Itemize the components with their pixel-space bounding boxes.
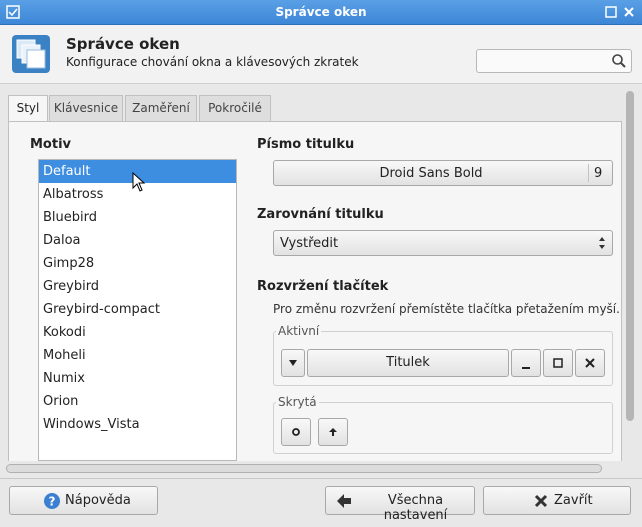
tab-style-label: Styl — [16, 101, 40, 115]
button-bar: ? Nápověda Všechna nastavení Zavřít — [0, 478, 642, 527]
help-button[interactable]: ? Nápověda — [9, 486, 158, 515]
close-dialog-icon — [533, 493, 549, 513]
title-alignment-label: Zarovnání titulku — [257, 207, 384, 222]
hidden-group-label: Skrytá — [276, 395, 319, 409]
theme-item[interactable]: Gimp28 — [39, 252, 236, 275]
maximize-icon — [553, 358, 563, 368]
arrow-up-icon — [329, 428, 337, 436]
page-title: Správce oken — [66, 35, 180, 53]
close-dialog-label: Zavřít — [554, 493, 593, 508]
title-alignment-value: Vystředit — [280, 236, 339, 251]
window-manager-icon — [11, 34, 51, 74]
menu-arrow-button[interactable] — [281, 349, 305, 377]
button-layout-hint: Pro změnu rozvržení přemístěte tlačítka … — [273, 302, 620, 316]
vertical-scrollbar-thumb[interactable] — [626, 91, 634, 421]
title-placeholder-button[interactable]: Titulek — [307, 349, 509, 377]
window-title: Správce oken — [275, 5, 367, 19]
tab-focus-label: Zaměření — [132, 101, 190, 115]
theme-list[interactable]: Default Albatross Bluebird Daloa Gimp28 … — [38, 159, 237, 461]
window-titlebar: Správce oken — [0, 0, 642, 25]
theme-item[interactable]: Greybird-compact — [39, 298, 236, 321]
svg-text:?: ? — [49, 495, 56, 509]
tab-focus[interactable]: Zaměření — [125, 95, 197, 121]
maximize-button[interactable] — [543, 349, 573, 377]
theme-item[interactable]: Kokodi — [39, 321, 236, 344]
maximize-icon[interactable] — [604, 5, 618, 19]
tab-advanced-label: Pokročilé — [208, 101, 262, 115]
theme-item[interactable]: Daloa — [39, 229, 236, 252]
theme-item[interactable]: Greybird — [39, 275, 236, 298]
help-icon: ? — [43, 492, 61, 514]
tab-advanced[interactable]: Pokročilé — [199, 95, 271, 121]
theme-item[interactable]: Moheli — [39, 344, 236, 367]
triangle-down-icon — [289, 360, 297, 366]
tab-keyboard-label: Klávesnice — [53, 101, 119, 115]
close-icon — [585, 358, 595, 368]
close-dialog-button[interactable]: Zavřít — [483, 486, 631, 515]
dialog-header: Správce oken Konfigurace chování okna a … — [0, 25, 642, 84]
theme-item[interactable]: Bluebird — [39, 206, 236, 229]
theme-label: Motiv — [30, 137, 72, 152]
font-name: Droid Sans Bold — [379, 166, 483, 181]
all-settings-button[interactable]: Všechna nastavení — [325, 486, 475, 523]
theme-item[interactable]: Windows_Vista — [39, 413, 236, 436]
minimize-button[interactable] — [511, 349, 541, 377]
tab-keyboard[interactable]: Klávesnice — [49, 95, 123, 121]
horizontal-scrollbar[interactable] — [6, 464, 602, 473]
close-button[interactable] — [575, 349, 605, 377]
stick-button[interactable] — [281, 418, 311, 446]
arrow-left-icon — [336, 493, 352, 513]
tab-style[interactable]: Styl — [8, 95, 48, 123]
close-window-icon[interactable] — [622, 5, 636, 19]
title-alignment-select[interactable]: Vystředit — [273, 230, 613, 256]
theme-item[interactable]: Numix — [39, 367, 236, 390]
minimize-icon — [522, 367, 530, 369]
title-placeholder-label: Titulek — [386, 355, 430, 370]
font-size-divider — [588, 164, 589, 182]
help-label: Nápověda — [65, 493, 131, 508]
title-font-button[interactable]: Droid Sans Bold 9 — [273, 160, 613, 186]
title-font-label: Písmo titulku — [257, 137, 355, 152]
active-group-label: Aktivní — [276, 324, 322, 338]
mouse-cursor-icon — [132, 171, 146, 192]
updown-arrow-icon — [598, 236, 606, 254]
stick-icon — [292, 428, 300, 436]
font-size: 9 — [594, 166, 603, 181]
button-layout-label: Rozvržení tlačítek — [257, 279, 389, 294]
all-settings-label: Všechna nastavení — [383, 493, 448, 523]
page-subtitle: Konfigurace chování okna a klávesových z… — [66, 55, 359, 69]
search-input[interactable] — [476, 49, 632, 73]
theme-item[interactable]: Orion — [39, 390, 236, 413]
search-icon — [611, 53, 627, 69]
shade-button[interactable] — [318, 418, 348, 446]
vertical-scrollbar[interactable] — [624, 89, 636, 461]
